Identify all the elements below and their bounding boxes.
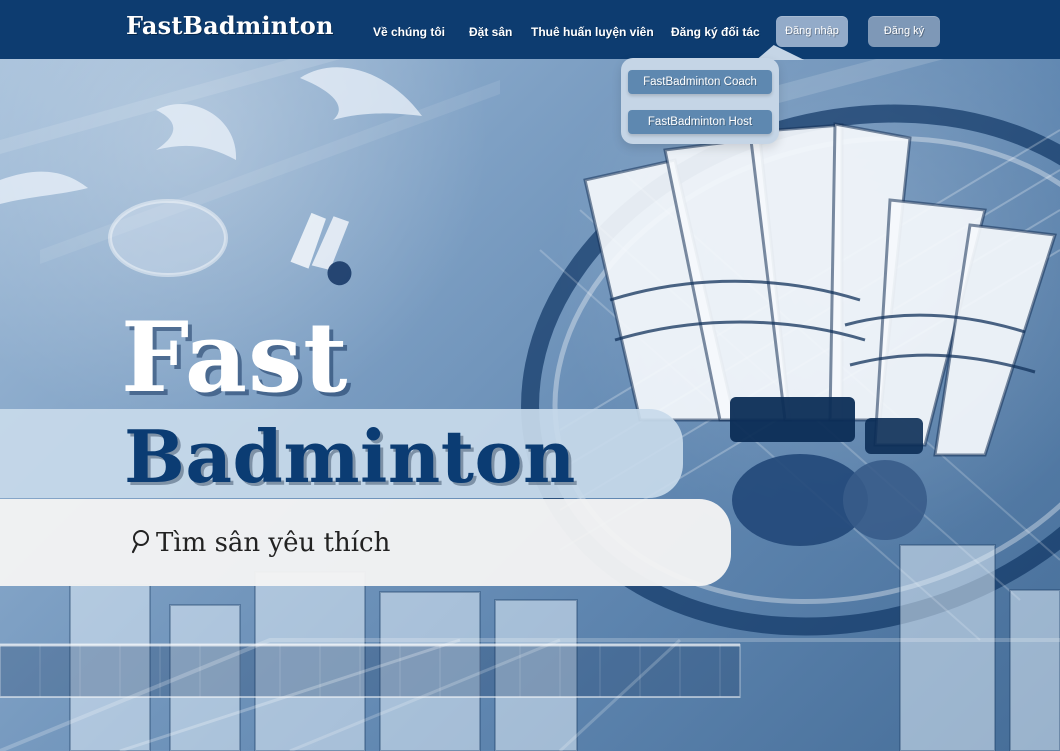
hero-title-badminton: Badminton <box>124 414 576 499</box>
top-navigation-bar: FastBadminton Về chúng tôi Đặt sân Thuê … <box>0 0 1060 59</box>
court-search-box <box>0 499 731 586</box>
dropdown-option-coach[interactable]: FastBadminton Coach <box>628 70 772 94</box>
partner-dropdown-menu: FastBadminton Coach FastBadminton Host <box>621 58 779 144</box>
nav-partner-register[interactable]: Đăng ký đối tác <box>671 24 760 40</box>
signup-button[interactable]: Đăng ký <box>868 16 940 47</box>
brand-logo[interactable]: FastBadminton <box>126 12 334 40</box>
nav-hire-coach[interactable]: Thuê huấn luyện viên <box>531 24 654 40</box>
court-search-input[interactable] <box>156 522 656 564</box>
hero-title-fast: Fast <box>121 301 349 414</box>
dropdown-option-host[interactable]: FastBadminton Host <box>628 110 772 134</box>
nav-book-court[interactable]: Đặt sân <box>469 24 512 40</box>
nav-about-us[interactable]: Về chúng tôi <box>373 24 445 40</box>
login-button[interactable]: Đăng nhập <box>776 16 848 47</box>
search-icon <box>130 528 154 556</box>
